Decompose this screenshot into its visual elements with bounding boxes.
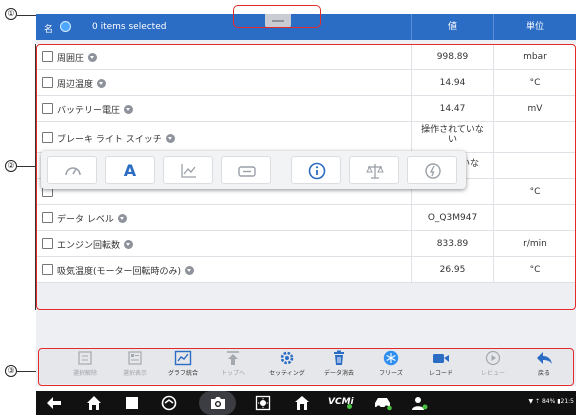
- diagnostics-home-icon[interactable]: [294, 395, 310, 411]
- callout-leader-3: [17, 371, 36, 372]
- callout-highlight-2: [36, 44, 576, 310]
- user-feedback-icon[interactable]: [411, 395, 429, 411]
- value-column-header: 値: [411, 14, 493, 40]
- vehicle-icon[interactable]: [161, 395, 177, 411]
- camera-icon[interactable]: [209, 395, 227, 411]
- screen: ① ② ③ 名 0 items selected 値 単位 周囲圧 998.89…: [0, 0, 576, 415]
- callout-marker-3: ③: [5, 365, 17, 377]
- name-column-header: 名: [44, 25, 54, 35]
- recent-apps-icon[interactable]: [124, 395, 140, 411]
- callout-highlight-1: [233, 5, 321, 28]
- callout-highlight-3: [38, 348, 574, 386]
- brightness-icon[interactable]: [255, 395, 271, 411]
- callout-leader-2: [17, 166, 36, 167]
- android-navigation-bar: VCMi ▼ ⇡ 84% ▮21:5: [36, 391, 576, 415]
- unit-column-header: 単位: [493, 14, 576, 40]
- remote-expert-icon[interactable]: [373, 395, 393, 411]
- home-icon[interactable]: [86, 395, 102, 411]
- vcm-indicator[interactable]: VCMi: [328, 395, 354, 411]
- callout-marker-2: ②: [5, 160, 17, 172]
- status-bar: ▼ ⇡ 84% ▮21:5: [528, 398, 575, 405]
- callout-marker-1: ①: [5, 8, 17, 20]
- vcm-status-dot: [347, 404, 352, 409]
- selection-count: 0 items selected: [92, 22, 167, 32]
- select-all-icon[interactable]: [60, 21, 71, 32]
- nav-back-icon[interactable]: [46, 395, 62, 411]
- battery-percent: 84%: [541, 398, 556, 405]
